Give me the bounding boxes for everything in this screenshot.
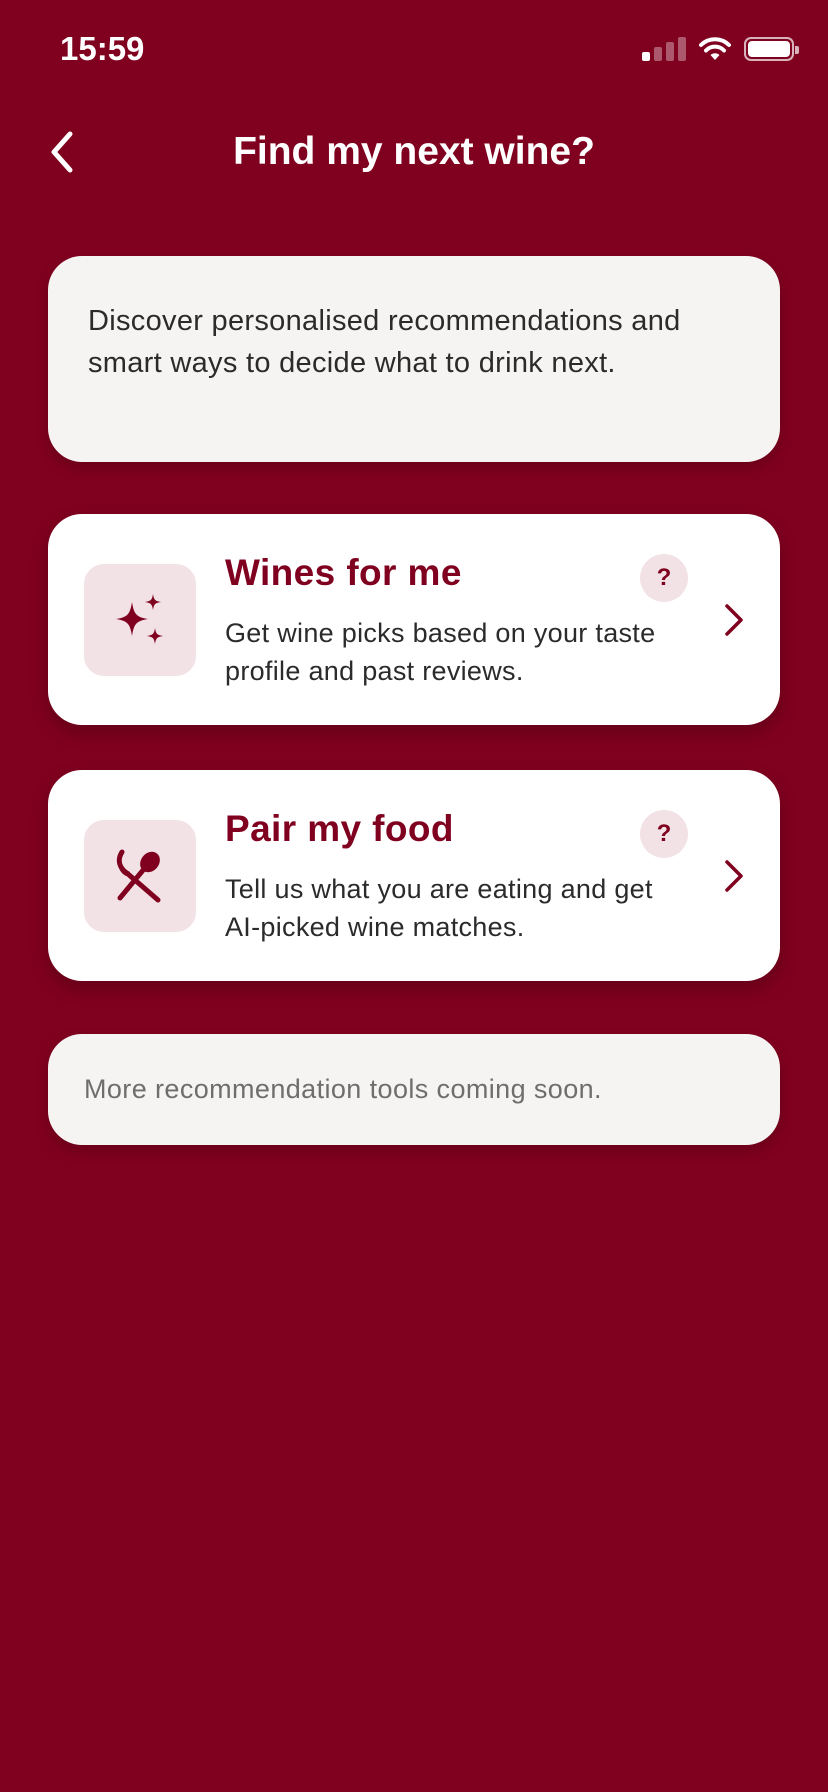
- screen: 15:59 Find my next wine? Discover person…: [0, 0, 828, 1792]
- chevron-right-icon: [712, 854, 756, 898]
- wines-for-me-icon-tile: [84, 564, 196, 676]
- status-icons: [642, 34, 799, 64]
- intro-text: Discover personalised recommendations an…: [88, 305, 681, 379]
- cellular-signal-icon: [642, 37, 686, 61]
- intro-card: Discover personalised recommendations an…: [48, 256, 780, 462]
- sparkles-icon: [116, 594, 163, 644]
- pair-my-food-help-button[interactable]: ?: [640, 810, 688, 858]
- wines-for-me-description: Get wine picks based on your taste profi…: [225, 618, 656, 686]
- status-bar: 15:59: [0, 0, 828, 100]
- pair-my-food-icon-tile: [84, 820, 196, 932]
- pair-my-food-description: Tell us what you are eating and get AI-p…: [225, 874, 653, 942]
- fork-spoon-icon: [116, 849, 161, 903]
- battery-level-fill: [748, 41, 790, 57]
- chevron-right-icon: [712, 598, 756, 642]
- status-time: 15:59: [60, 30, 145, 67]
- battery-icon: [744, 37, 799, 61]
- pair-my-food-card[interactable]: Pair my food Tell us what you are eating…: [48, 770, 780, 981]
- pair-my-food-title: Pair my food: [225, 808, 454, 849]
- coming-soon-text: More recommendation tools coming soon.: [84, 1074, 602, 1104]
- wines-for-me-title: Wines for me: [225, 552, 462, 593]
- header: Find my next wine?: [0, 110, 828, 194]
- wifi-icon: [699, 37, 731, 60]
- wines-for-me-help-button[interactable]: ?: [640, 554, 688, 602]
- wines-for-me-card[interactable]: Wines for me Get wine picks based on you…: [48, 514, 780, 725]
- coming-soon-card: More recommendation tools coming soon.: [48, 1034, 780, 1145]
- page-title: Find my next wine?: [233, 130, 595, 173]
